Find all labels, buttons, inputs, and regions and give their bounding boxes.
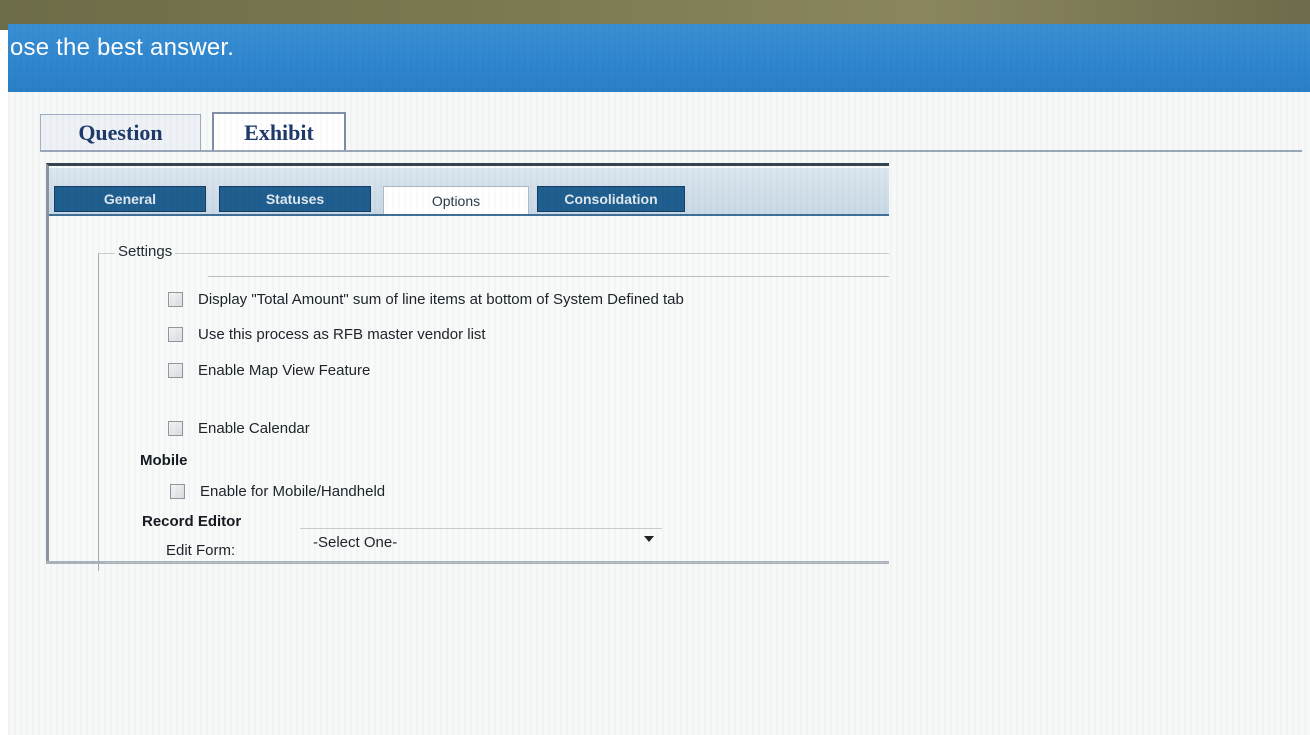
option-label: Enable for Mobile/Handheld (200, 483, 386, 500)
option-label: Display "Total Amount" sum of line items… (198, 291, 684, 308)
option-total-amount[interactable]: Display "Total Amount" sum of line items… (168, 291, 684, 308)
page-title: ose the best answer. (10, 34, 235, 61)
subtab-general[interactable]: General (54, 186, 206, 212)
option-label: Use this process as RFB master vendor li… (198, 326, 486, 343)
sub-tab-bar: General Statuses Options Consolidation (49, 168, 889, 216)
tab-question-label: Question (78, 119, 163, 145)
tab-exhibit[interactable]: Exhibit (212, 112, 346, 152)
checkbox[interactable] (168, 327, 183, 342)
option-label: Enable Map View Feature (198, 362, 371, 379)
tab-question[interactable]: Question (40, 114, 201, 150)
checkbox[interactable] (168, 421, 183, 436)
subtab-consolidation[interactable]: Consolidation (537, 186, 685, 212)
option-label: Enable Calendar (198, 420, 310, 437)
screen: ose the best answer. Question Exhibit Ge… (8, 24, 1310, 735)
option-calendar[interactable]: Enable Calendar (168, 420, 310, 437)
main-tab-divider (40, 150, 1302, 152)
form-bottom-rule (104, 562, 889, 563)
edit-form-value: -Select One- (313, 534, 398, 551)
checkbox[interactable] (170, 484, 185, 499)
subtab-statuses[interactable]: Statuses (219, 186, 371, 212)
settings-top-rule (208, 276, 889, 277)
settings-legend: Settings (115, 243, 176, 260)
option-map-view[interactable]: Enable Map View Feature (168, 362, 370, 379)
edit-form-label: Edit Form: (166, 542, 236, 559)
option-mobile-handheld[interactable]: Enable for Mobile/Handheld (170, 483, 385, 500)
checkbox[interactable] (168, 292, 183, 307)
record-editor-heading: Record Editor (142, 513, 242, 530)
header-bar: ose the best answer. (8, 24, 1310, 92)
tab-exhibit-label: Exhibit (244, 120, 314, 145)
option-rfb-master[interactable]: Use this process as RFB master vendor li… (168, 326, 486, 343)
chevron-down-icon[interactable] (644, 536, 654, 542)
edit-form-select[interactable]: -Select One- (300, 528, 662, 556)
subtab-options[interactable]: Options (383, 186, 529, 214)
mobile-heading: Mobile (140, 452, 188, 469)
checkbox[interactable] (168, 363, 183, 378)
